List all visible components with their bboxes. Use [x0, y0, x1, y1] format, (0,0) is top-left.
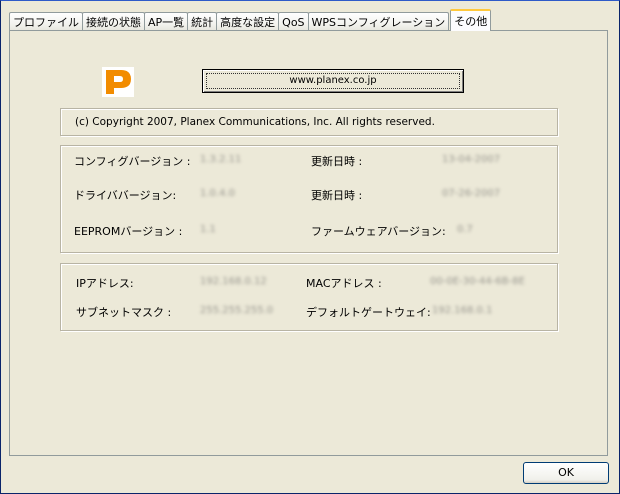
firmware-version-label: ファームウェアバージョン: — [311, 225, 446, 238]
tab-connection-status[interactable]: 接続の状態 — [82, 12, 145, 31]
website-link-button[interactable]: www.planex.co.jp — [202, 69, 464, 93]
config-date-value: 13-04-2007 — [442, 154, 501, 165]
focus-rectangle — [206, 73, 460, 89]
eeprom-version-value: 1.1 — [200, 224, 216, 235]
subnet-mask-value: 255.255.255.0 — [200, 305, 274, 316]
driver-version-value: 1.0.4.0 — [200, 188, 235, 199]
tab-ap-list[interactable]: AP一覧 — [144, 12, 189, 31]
network-info-group: IPアドレス: 192.168.0.12 MACアドレス : 00-0E-30-… — [60, 263, 558, 331]
default-gateway-label: デフォルトゲートウェイ: — [306, 306, 431, 319]
copyright-box: (c) Copyright 2007, Planex Communication… — [60, 108, 558, 136]
version-info-group: コンフィグバージョン : 1.3.2.11 更新日時 : 13-04-2007 … — [60, 145, 558, 253]
driver-version-label: ドライババージョン: — [74, 189, 177, 202]
tab-profile[interactable]: プロファイル — [9, 12, 83, 31]
ip-address-value: 192.168.0.12 — [200, 276, 267, 287]
tab-strip: プロファイル 接続の状態 AP一覧 統計 高度な設定 QoS WPSコンフィグレ… — [9, 9, 492, 31]
eeprom-version-label: EEPROMバージョン : — [74, 225, 183, 238]
config-version-label: コンフィグバージョン : — [74, 155, 191, 168]
copyright-text: (c) Copyright 2007, Planex Communication… — [75, 116, 435, 128]
mac-address-value: 00-0E-30-44-6B-8E — [430, 276, 525, 287]
tab-wps-configuration[interactable]: WPSコンフィグレーション — [307, 12, 450, 31]
firmware-version-value: 0.7 — [457, 224, 473, 235]
tab-advanced-settings[interactable]: 高度な設定 — [216, 12, 280, 31]
config-version-value: 1.3.2.11 — [200, 154, 242, 165]
default-gateway-value: 192.168.0.1 — [432, 305, 493, 316]
driver-date-label: 更新日時 : — [311, 189, 363, 202]
ok-button-label: OK — [558, 466, 574, 479]
config-date-label: 更新日時 : — [311, 155, 363, 168]
tab-qos[interactable]: QoS — [278, 12, 309, 31]
tab-other[interactable]: その他 — [450, 9, 492, 31]
ip-address-label: IPアドレス: — [76, 277, 134, 290]
tab-statistics[interactable]: 統計 — [187, 12, 218, 31]
planex-logo-icon — [102, 67, 134, 97]
driver-date-value: 07-26-2007 — [442, 188, 501, 199]
ok-button[interactable]: OK — [523, 462, 609, 484]
subnet-mask-label: サブネットマスク : — [76, 306, 172, 319]
mac-address-label: MACアドレス : — [306, 277, 382, 290]
